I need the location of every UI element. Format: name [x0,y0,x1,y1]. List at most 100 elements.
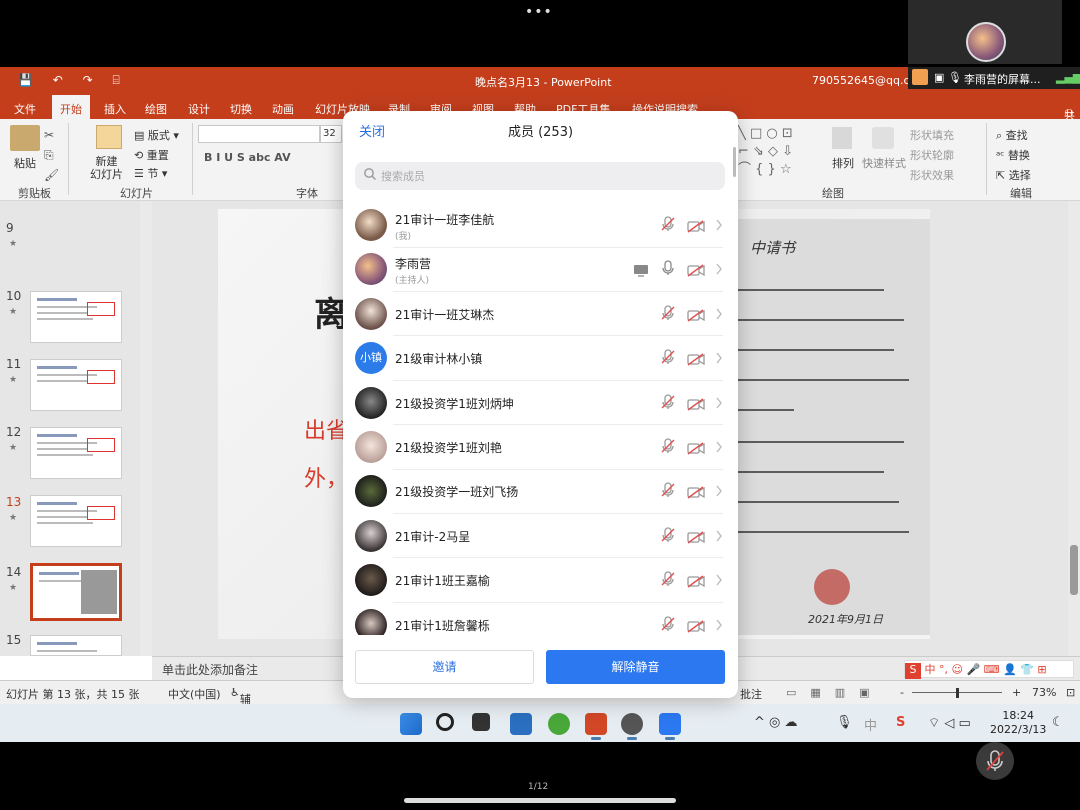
mic-muted-icon[interactable] [661,482,675,498]
shape-effects-button[interactable]: 形状效果 [910,167,954,183]
slide-thumbnail[interactable] [30,635,122,656]
share-banner[interactable]: ▣ 🎙 李雨营的屏幕... ▂▄▆ [908,67,1080,89]
tencent-meeting-icon[interactable] [659,713,681,735]
invite-button[interactable]: 邀请 [355,650,534,684]
quick-styles-button[interactable]: 快速样式 [862,155,906,171]
slide-thumbnail-selected[interactable] [30,563,122,621]
mic-icon[interactable] [661,260,675,276]
camera-off-icon[interactable] [687,440,705,455]
shape-outline-button[interactable]: 形状轮廓 [910,147,954,163]
font-name-box[interactable] [198,125,320,143]
chevron-right-icon[interactable] [715,483,723,497]
fit-to-window-icon[interactable]: ⊡ [1066,686,1075,699]
scrollbar-thumb[interactable] [1070,545,1078,595]
member-row[interactable]: 21级投资学1班刘艳 [343,425,738,470]
camera-off-icon[interactable] [687,573,705,588]
wifi-volume-battery-icons[interactable]: ⌔ ◁ ▭ [928,715,971,731]
chevron-right-icon[interactable] [715,217,723,231]
member-row[interactable]: 21审计1班王嘉榆 [343,558,738,603]
member-row[interactable]: 21级投资学1班刘炳坤 [343,381,738,426]
tray-sogou-icon[interactable]: S [896,715,905,730]
font-size-box[interactable]: 32 [320,125,342,143]
arrange-icon[interactable] [832,127,852,149]
more-menu-icon[interactable]: ••• [525,4,553,20]
zoom-slider-knob[interactable] [956,688,959,698]
mic-muted-icon[interactable] [661,527,675,543]
zoom-out-button[interactable]: - [900,686,904,699]
paste-button[interactable]: 粘贴 [14,155,36,171]
chevron-right-icon[interactable] [715,439,723,453]
unmute-all-button[interactable]: 解除静音 [546,650,725,684]
shapes-gallery[interactable]: ╲ □ ○ ⊡ ⌐ ⇘ ◇ ⇩ ⌒ { } ☆ [738,125,793,179]
mic-muted-button[interactable] [976,742,1014,780]
camera-off-icon[interactable] [687,262,705,277]
ime-toolbar[interactable]: S 中 °, ☺ 🎤 ⌨ 👤 👕 ⊞ [904,660,1074,679]
tab-transitions[interactable]: 切换 [230,101,252,117]
mic-muted-icon[interactable] [661,615,675,632]
member-row[interactable]: 21级投资学一班刘飞扬 [343,469,738,514]
tab-design[interactable]: 设计 [188,101,210,117]
camera-off-icon[interactable] [687,618,705,633]
widgets-icon[interactable] [510,713,532,735]
member-row[interactable]: 21审计一班李佳航 (我) [343,203,738,248]
member-search-input[interactable] [381,162,711,190]
tab-insert[interactable]: 插入 [104,101,126,117]
camera-off-icon[interactable] [687,218,705,233]
new-slide-button[interactable]: 新建 幻灯片 [90,155,123,181]
chevron-right-icon[interactable] [715,306,723,320]
camera-off-icon[interactable] [687,529,705,544]
zoom-level[interactable]: 73% [1032,686,1056,699]
camera-off-icon[interactable] [687,351,705,366]
new-slide-icon[interactable] [96,125,122,149]
app-icon[interactable] [621,713,643,735]
font-format-buttons[interactable]: B I U S abc AV [204,151,291,164]
ie-browser-icon[interactable] [548,713,570,735]
task-view-icon[interactable] [472,713,490,731]
member-row[interactable]: 21审计1班詹馨栎 [343,603,738,635]
mic-muted-icon[interactable] [661,305,675,321]
member-row[interactable]: 21审计-2马呈 [343,514,738,559]
windows-start-icon[interactable] [400,713,422,735]
find-button[interactable]: ⌕ 查找 [996,127,1028,143]
view-buttons[interactable]: ▭▦▥▣ [786,686,884,699]
taskbar-clock[interactable]: 18:24 2022/3/13 [990,709,1046,737]
mic-muted-icon[interactable] [661,216,675,232]
notification-icon[interactable]: ☾ [1052,715,1064,730]
tab-animations[interactable]: 动画 [272,101,294,117]
chevron-right-icon[interactable] [715,261,723,275]
slide-thumbnail[interactable] [30,427,122,479]
mic-muted-icon[interactable] [661,349,675,365]
chevron-right-icon[interactable] [715,350,723,364]
slide-thumbnail[interactable] [30,359,122,411]
chevron-right-icon[interactable] [715,528,723,542]
camera-off-icon[interactable] [687,396,705,411]
clipboard-tools[interactable]: ✂ ⎘ 🖌 [44,125,59,185]
shape-fill-button[interactable]: 形状填充 [910,127,954,143]
thumbnail-scrollbar[interactable] [140,201,152,656]
chevron-right-icon[interactable] [715,617,723,631]
home-indicator-bar[interactable] [404,798,676,803]
reset-button[interactable]: ⟲ 重置 [134,147,169,163]
slide-thumbnail[interactable] [30,291,122,343]
tab-draw[interactable]: 绘图 [145,101,167,117]
paste-icon[interactable] [10,125,40,151]
tray-mic-icon[interactable]: 🎙 [836,715,853,730]
tab-home[interactable]: 开始 [52,95,90,119]
language-status[interactable]: 中文(中国) [168,686,221,702]
quick-styles-icon[interactable] [872,127,894,149]
select-button[interactable]: ⇱ 选择 [996,167,1031,183]
comments-button[interactable]: 批注 [740,686,762,702]
powerpoint-taskbar-icon[interactable] [585,713,607,735]
member-row[interactable]: 21审计一班艾琳杰 [343,292,738,337]
camera-off-icon[interactable] [687,307,705,322]
accessibility-status[interactable]: ♿ 辅助功能: 调查 [230,686,255,742]
tray-ime-icon[interactable]: 中 [864,715,877,734]
layout-button[interactable]: ▤ 版式 ▾ [134,127,179,143]
mic-muted-icon[interactable] [661,438,675,454]
tray-icons[interactable]: ^ ◎ ☁ [754,715,798,730]
chevron-right-icon[interactable] [715,572,723,586]
tab-file[interactable]: 文件 [14,101,36,117]
chevron-right-icon[interactable] [715,395,723,409]
member-row[interactable]: 小镇 21级审计林小镇 [343,336,738,381]
mic-muted-icon[interactable] [661,571,675,587]
